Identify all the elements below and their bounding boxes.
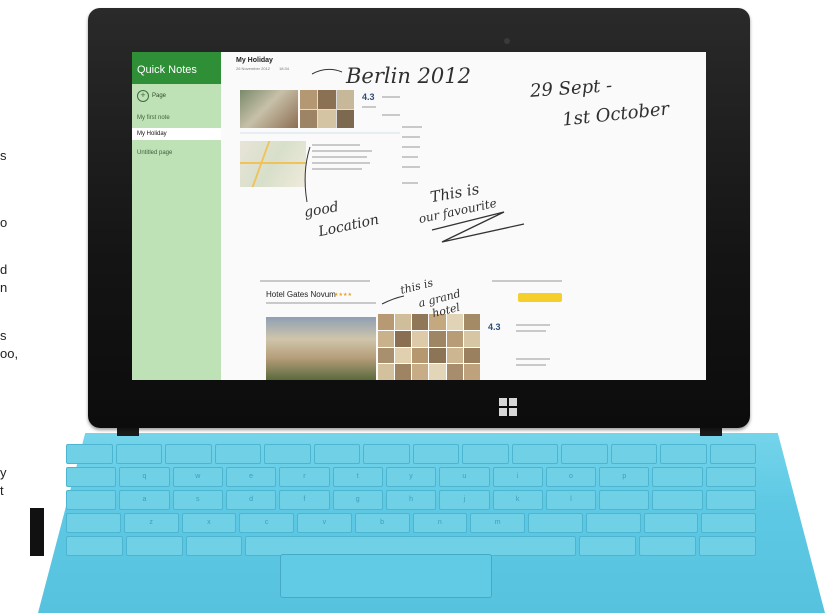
keyboard-key[interactable] bbox=[462, 444, 509, 464]
windows-logo-icon[interactable] bbox=[499, 398, 517, 416]
trackpad bbox=[280, 554, 492, 598]
keyboard-key[interactable] bbox=[579, 536, 637, 556]
edge-text-fragment: o bbox=[0, 215, 8, 230]
edge-text-fragment: oo, bbox=[0, 346, 19, 361]
keyboard-key[interactable]: u bbox=[439, 467, 490, 487]
keyboard-key[interactable] bbox=[643, 513, 699, 533]
keyboard-key[interactable] bbox=[313, 444, 360, 464]
keyboard-key[interactable] bbox=[699, 536, 756, 556]
keyboard-key[interactable] bbox=[185, 536, 243, 556]
keyboard-key[interactable] bbox=[66, 444, 113, 464]
keyboard-key[interactable]: s bbox=[172, 490, 223, 510]
keyboard-key[interactable] bbox=[705, 467, 757, 487]
keyboard-key[interactable] bbox=[528, 513, 583, 533]
keyboard-key[interactable] bbox=[652, 490, 703, 510]
note-berlin-2012: Berlin 2012 bbox=[346, 64, 471, 88]
keyboard-key[interactable]: w bbox=[172, 467, 223, 487]
tablet-screen: Quick Notes + Page My first note My Holi… bbox=[132, 52, 706, 380]
hinge-left bbox=[117, 428, 139, 436]
keyboard-key[interactable] bbox=[412, 444, 459, 464]
keyboard-key[interactable]: p bbox=[599, 467, 650, 487]
keyboard-key[interactable] bbox=[511, 444, 558, 464]
keyboard-key[interactable]: b bbox=[354, 513, 410, 533]
keyboard-keys: qwertyuiop asdfghjkl zxcvbnm bbox=[66, 444, 757, 559]
keyboard-key[interactable] bbox=[66, 467, 117, 487]
keyboard-key[interactable]: q bbox=[119, 467, 170, 487]
keyboard-key[interactable] bbox=[652, 467, 703, 487]
keyboard-key[interactable] bbox=[363, 444, 410, 464]
keyboard-key[interactable]: n bbox=[412, 513, 468, 533]
keyboard-key[interactable]: t bbox=[332, 467, 383, 487]
keyboard-key[interactable] bbox=[245, 536, 577, 556]
keyboard-key[interactable]: a bbox=[119, 490, 170, 510]
keyboard-key[interactable]: e bbox=[225, 467, 277, 487]
keyboard-key[interactable] bbox=[165, 444, 212, 464]
keyboard-key[interactable] bbox=[709, 444, 756, 464]
edge-text-fragment: s bbox=[0, 328, 7, 343]
keyboard-key[interactable]: x bbox=[181, 513, 237, 533]
keyboard-key[interactable]: i bbox=[492, 467, 543, 487]
keyboard-key[interactable] bbox=[214, 444, 261, 464]
keyboard-key[interactable] bbox=[66, 513, 121, 533]
keyboard-key[interactable] bbox=[599, 490, 650, 510]
keyboard-key[interactable] bbox=[125, 536, 183, 556]
keyboard-key[interactable] bbox=[115, 444, 162, 464]
keyboard-key[interactable] bbox=[639, 536, 697, 556]
edge-text-fragment: n bbox=[0, 280, 8, 295]
keyboard-key[interactable]: h bbox=[385, 490, 437, 510]
keyboard-key[interactable] bbox=[264, 444, 311, 464]
keyboard-key[interactable]: y bbox=[385, 467, 437, 487]
hinge-right bbox=[700, 428, 722, 436]
keyboard-key[interactable]: f bbox=[279, 490, 330, 510]
keyboard-key[interactable] bbox=[610, 444, 657, 464]
keyboard-key[interactable]: r bbox=[279, 467, 330, 487]
edge-text-fragment: y bbox=[0, 465, 7, 480]
keyboard-key[interactable]: j bbox=[439, 490, 490, 510]
keyboard-key[interactable]: g bbox=[332, 490, 383, 510]
keyboard-key[interactable]: o bbox=[545, 467, 597, 487]
keyboard-key[interactable] bbox=[561, 444, 608, 464]
page-edge-bar bbox=[30, 508, 44, 556]
keyboard-key[interactable] bbox=[66, 536, 123, 556]
keyboard-key[interactable]: v bbox=[297, 513, 352, 533]
keyboard-key[interactable] bbox=[585, 513, 641, 533]
edge-text-fragment: d bbox=[0, 262, 8, 277]
camera-icon bbox=[504, 38, 510, 44]
edge-text-fragment: t bbox=[0, 483, 4, 498]
keyboard-key[interactable]: z bbox=[123, 513, 179, 533]
keyboard-key[interactable]: m bbox=[470, 513, 525, 533]
keyboard-key[interactable]: l bbox=[545, 490, 597, 510]
keyboard-key[interactable] bbox=[705, 490, 757, 510]
edge-text-fragment: s bbox=[0, 148, 7, 163]
keyboard-key[interactable] bbox=[66, 490, 117, 510]
keyboard-key[interactable]: k bbox=[492, 490, 543, 510]
keyboard-key[interactable] bbox=[660, 444, 707, 464]
keyboard-key[interactable] bbox=[701, 513, 756, 533]
keyboard-key[interactable]: c bbox=[239, 513, 294, 533]
keyboard-key[interactable]: d bbox=[225, 490, 277, 510]
